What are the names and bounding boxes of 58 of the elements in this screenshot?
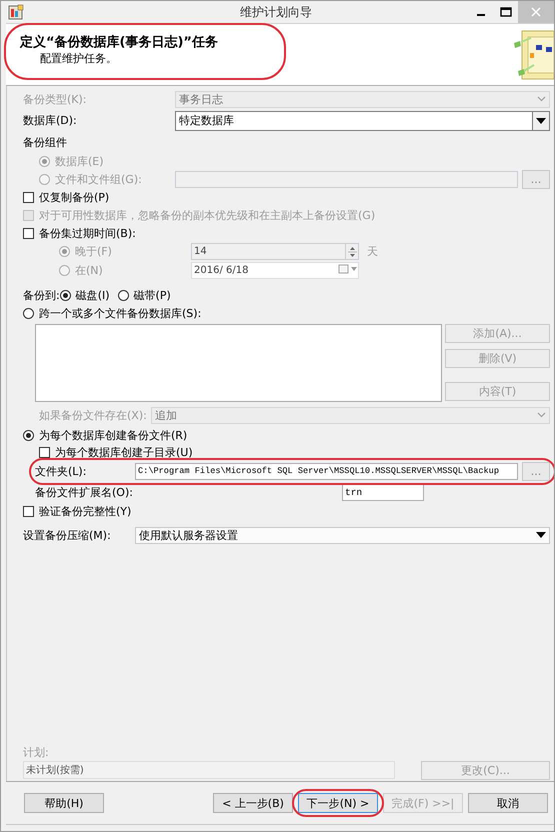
label: 仅复制备份(P) [39, 190, 110, 204]
input-field[interactable] [175, 170, 518, 188]
label: 如果备份文件存在(X): [39, 408, 148, 422]
maximize-icon [500, 7, 512, 17]
checkbox[interactable] [39, 446, 50, 458]
input-field[interactable]: C:\Program Files\Microsoft SQL Server\MSSQL10.MSSQLSERVER\MSSQL\Backup [135, 462, 518, 480]
label: 备份文件扩展名(O): [35, 484, 134, 500]
dropdown[interactable]: 使用默认服务器设置 [135, 526, 550, 544]
app-icon [8, 4, 24, 20]
label: 验证备份完整性(Y) [39, 504, 132, 518]
label: 为每个数据库创建子目录(U) [55, 444, 193, 460]
checkbox[interactable] [23, 506, 34, 516]
label: 磁盘(I) [76, 288, 110, 302]
page-subtitle: 配置维护任务。 [39, 51, 118, 66]
close-icon [531, 7, 541, 17]
chevron-down-icon [536, 96, 546, 102]
spin-buttons[interactable] [345, 244, 358, 260]
label: 晚于(F) [75, 244, 113, 259]
label: 备份类型(K): [23, 92, 88, 106]
dropdown[interactable]: 追加 [151, 406, 550, 424]
radio-button[interactable] [23, 430, 34, 440]
wizard-button[interactable]: 取消 [468, 793, 548, 813]
label: 天 [367, 244, 378, 259]
label: 磁带(P) [134, 288, 171, 302]
window-title: 维护计划向导 [239, 4, 313, 20]
number-field[interactable]: 14 [191, 243, 359, 260]
radio-button[interactable] [23, 308, 34, 318]
minimize-icon [476, 14, 484, 16]
label: 文件和文件组(G): [55, 172, 143, 186]
chevron-down-icon [536, 412, 546, 418]
label: 对于可用性数据库，忽略备份的副本优先级和在主副本上备份设置(G) [39, 208, 376, 222]
label: 数据库(E) [55, 154, 104, 168]
label: 设置备份压缩(M): [23, 528, 112, 542]
label: 备份组件 [23, 134, 67, 150]
checkbox[interactable] [23, 192, 34, 202]
schedule-field: 未计划(按需) [23, 761, 396, 779]
checkbox[interactable] [23, 228, 34, 238]
radio-button[interactable] [59, 246, 70, 257]
radio-button[interactable] [118, 290, 129, 300]
calendar-dropdown-icon [338, 264, 358, 274]
label: 为每个数据库创建备份文件(R) [39, 428, 188, 442]
wizard-button[interactable]: 下一步(N) > [298, 793, 378, 813]
chevron-down-icon [536, 532, 546, 538]
label: 在(N) [75, 263, 104, 278]
label: 计划: [23, 744, 49, 760]
label: 数据库(D): [23, 113, 78, 128]
radio-button[interactable] [60, 290, 71, 300]
wizard-button[interactable]: < 上一步(B) [213, 793, 293, 813]
label: 跨一个或多个文件备份数据库(S): [39, 306, 202, 320]
date-field[interactable]: 2016/ 6/18 [191, 262, 359, 279]
radio-button[interactable] [59, 265, 70, 276]
page-title: 定义“备份数据库(事务日志)”任务 [20, 34, 219, 51]
dropdown[interactable]: 特定数据库 [175, 110, 550, 130]
label: 文件夹(L): [35, 464, 88, 478]
wizard-button[interactable]: 帮助(H) [24, 793, 104, 813]
label: 备份集过期时间(B): [39, 226, 136, 240]
label: 备份到: [23, 288, 60, 302]
chevron-down-icon [536, 118, 546, 124]
